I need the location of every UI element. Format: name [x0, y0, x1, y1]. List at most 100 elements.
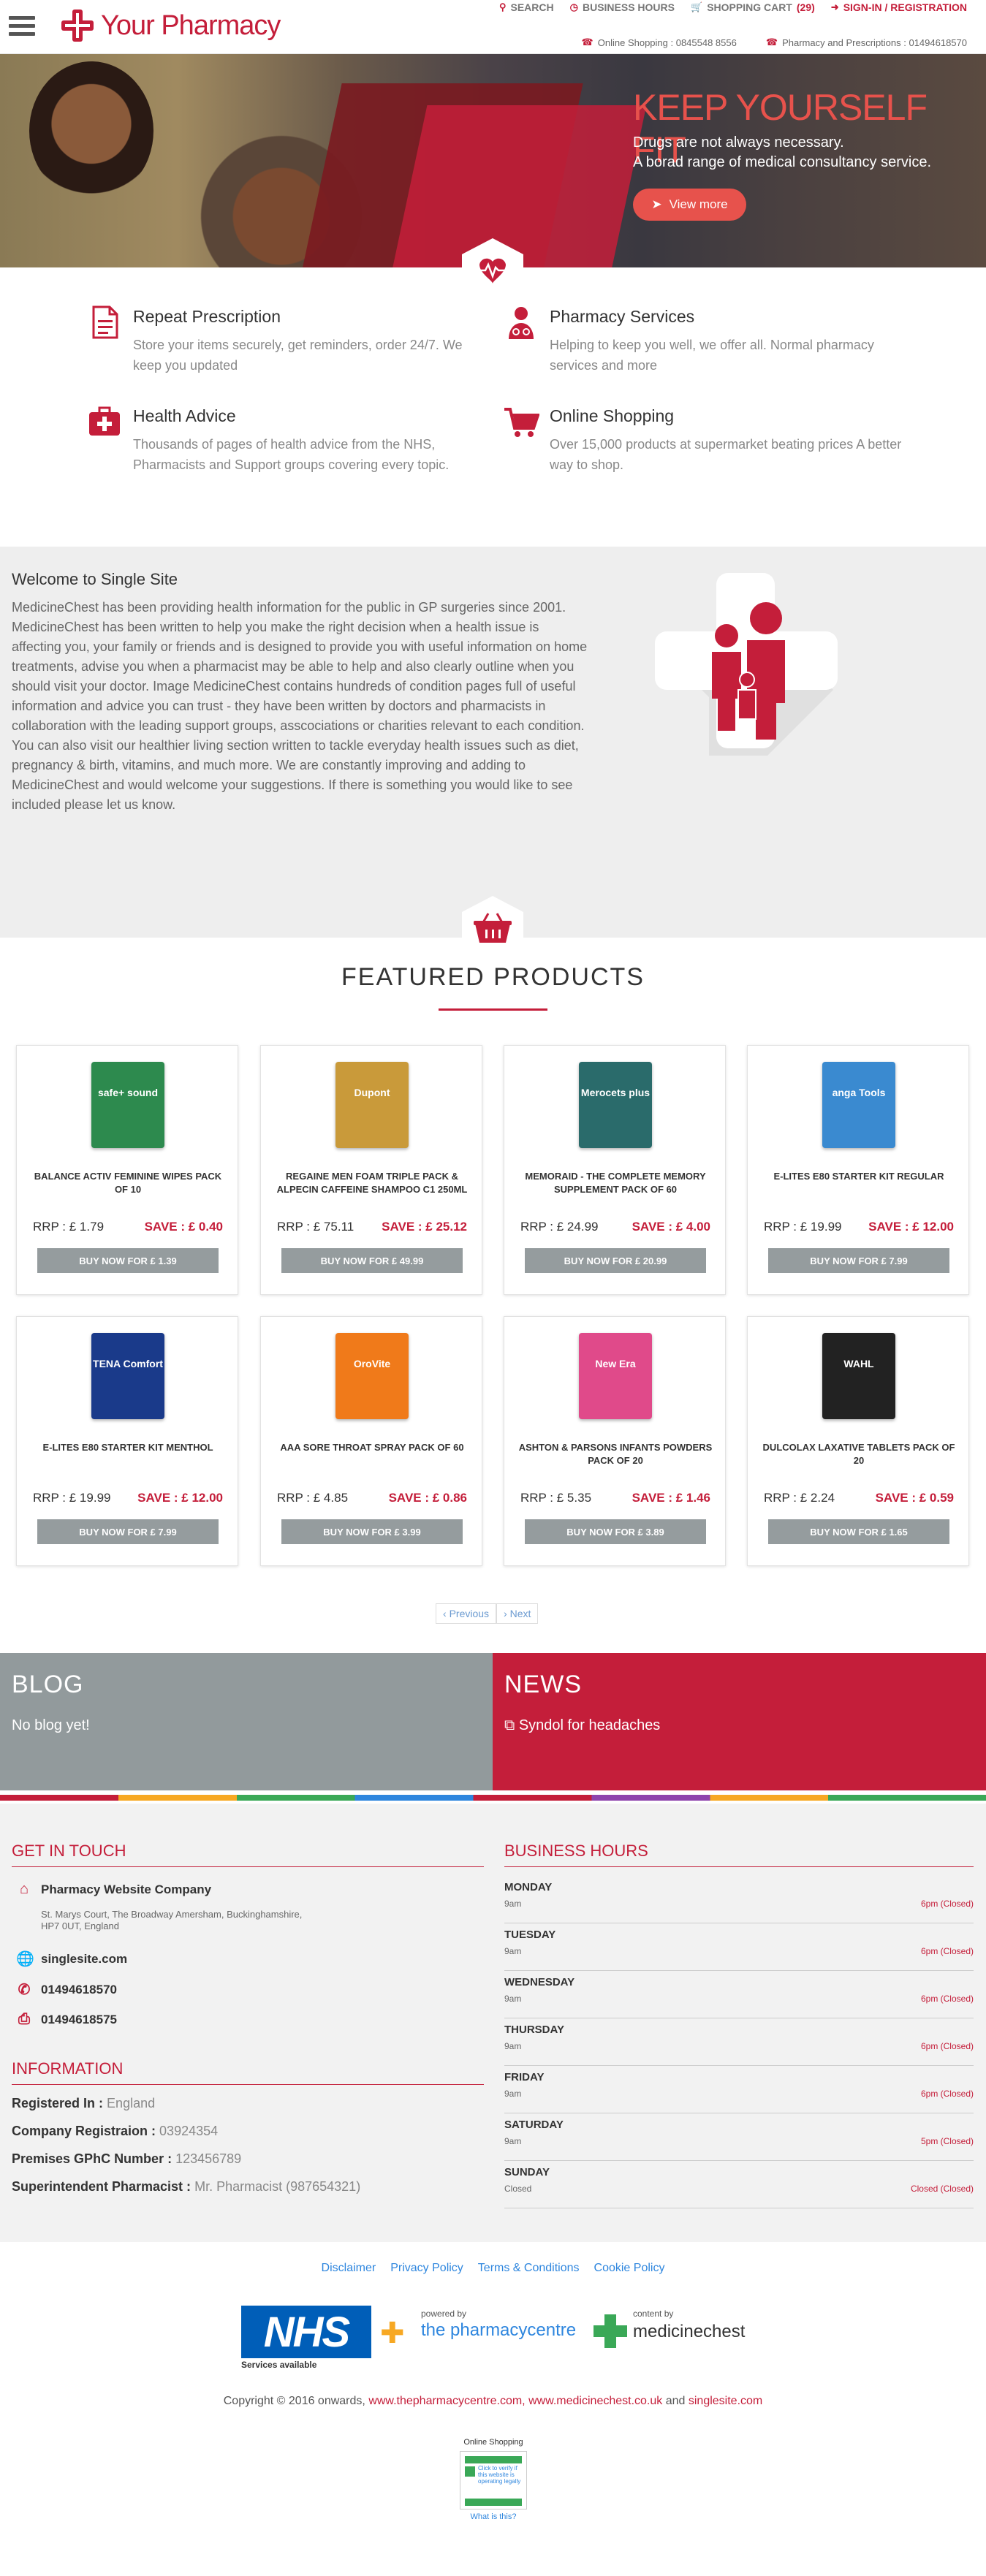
- website-link[interactable]: 🌐 singlesite.com: [16, 1950, 127, 1968]
- product-card[interactable]: OroVite AAA SORE THROAT SPRAY PACK OF 60 R…: [260, 1316, 482, 1566]
- product-card[interactable]: anga Tools E-LITES E80 STARTER KIT REGULA…: [747, 1045, 969, 1295]
- product-image[interactable]: WAHL: [808, 1329, 910, 1424]
- hours-row: THURSDAY 9am 6pm (Closed): [504, 2019, 974, 2066]
- medicinechest-link[interactable]: www.medicinechest.co.uk: [528, 2395, 662, 2407]
- buy-now-button[interactable]: BUY NOW FOR £ 49.99: [281, 1248, 463, 1273]
- product-name[interactable]: BALANCE ACTIV FEMININE WIPES PACK OF 10: [27, 1170, 229, 1196]
- nav-search[interactable]: ⚲ SEARCH: [499, 1, 554, 13]
- copyright: Copyright © 2016 onwards, www.thepharmac…: [0, 2395, 986, 2408]
- opening-time: 9am: [504, 2136, 522, 2146]
- phone-number[interactable]: ✆ 01494618570: [16, 1980, 117, 1999]
- news-item[interactable]: ⧉ Syndol for headaches: [504, 1717, 660, 1734]
- pharmacy-centre-cross-icon: ✚: [380, 2317, 405, 2349]
- shopping-basket-badge-icon: [462, 896, 523, 960]
- product-name[interactable]: DULCOLAX LAXATIVE TABLETS PACK OF 20: [758, 1441, 960, 1467]
- online-shopping-phone[interactable]: ☎ Online Shopping : 0845548 8556: [582, 37, 737, 48]
- pharmacy-centre-logo[interactable]: the pharmacycentre: [421, 2320, 576, 2341]
- previous-button[interactable]: ‹ Previous: [436, 1603, 497, 1624]
- copyright-text: Copyright © 2016 onwards,: [223, 2395, 365, 2407]
- product-image[interactable]: New Era: [564, 1329, 667, 1424]
- registry-badge: Online Shopping Click to verify if this …: [453, 2438, 534, 2521]
- product-name[interactable]: ASHTON & PARSONS INFANTS POWDERS PACK OF…: [515, 1441, 716, 1467]
- product-card[interactable]: New Era ASHTON & PARSONS INFANTS POWDERS …: [504, 1316, 726, 1566]
- news-item-label: Syndol for headaches: [518, 1717, 661, 1733]
- product-image[interactable]: OroVite: [321, 1329, 423, 1424]
- next-button[interactable]: › Next: [496, 1603, 539, 1624]
- product-name[interactable]: E-LITES E80 STARTER KIT MENTHOL: [27, 1441, 229, 1454]
- buy-now-button[interactable]: BUY NOW FOR £ 3.99: [281, 1519, 463, 1544]
- singlesite-link[interactable]: singlesite.com: [689, 2395, 762, 2407]
- product-name[interactable]: AAA SORE THROAT SPRAY PACK OF 60: [271, 1441, 473, 1454]
- product-save: SAVE : £ 25.12: [382, 1220, 467, 1234]
- opening-time: 9am: [504, 1946, 522, 1956]
- info-row: Company Registraion : 03924354: [12, 2124, 218, 2139]
- nav-shopping-cart[interactable]: 🛒 SHOPPING CART (29): [691, 1, 815, 13]
- title-underline: [439, 1008, 547, 1011]
- cart-icon: [504, 408, 539, 437]
- disclaimer-link[interactable]: Disclaimer: [322, 2262, 376, 2275]
- badge-text: Click to verify if this website is opera…: [478, 2465, 521, 2485]
- terms-link[interactable]: Terms & Conditions: [478, 2262, 580, 2275]
- fax-label: 01494618575: [41, 2012, 118, 2026]
- family-cross-icon: [655, 573, 838, 756]
- gphc-verify-badge[interactable]: Click to verify if this website is opera…: [460, 2451, 527, 2509]
- product-name[interactable]: E-LITES E80 STARTER KIT REGULAR: [758, 1170, 960, 1183]
- product-image[interactable]: Merocets plus: [564, 1057, 667, 1152]
- nhs-logo[interactable]: NHS: [241, 2306, 371, 2358]
- news-panel: NEWS ⧉ Syndol for headaches: [493, 1653, 986, 1790]
- buy-now-button[interactable]: BUY NOW FOR £ 1.65: [768, 1519, 949, 1544]
- buy-now-button[interactable]: BUY NOW FOR £ 7.99: [37, 1519, 219, 1544]
- buy-now-button[interactable]: BUY NOW FOR £ 7.99: [768, 1248, 949, 1273]
- site-logo[interactable]: Your Pharmacy: [61, 7, 281, 44]
- nav-business-hours[interactable]: ◷ BUSINESS HOURS: [570, 1, 675, 13]
- cookie-policy-link[interactable]: Cookie Policy: [594, 2262, 665, 2275]
- nav-sign-in-label: SIGN-IN / REGISTRATION: [843, 1, 967, 13]
- product-name[interactable]: MEMORAID - THE COMPLETE MEMORY SUPPLEMEN…: [515, 1170, 716, 1196]
- product-save: SAVE : £ 1.46: [632, 1491, 710, 1505]
- service-pharmacy-services[interactable]: Pharmacy Services Helping to keep you we…: [503, 304, 912, 384]
- closing-time: 5pm (Closed): [920, 2136, 974, 2146]
- service-health-advice[interactable]: Health Advice Thousands of pages of heal…: [86, 403, 496, 513]
- product-card[interactable]: WAHL DULCOLAX LAXATIVE TABLETS PACK OF 20…: [747, 1316, 969, 1566]
- product-card[interactable]: Dupont REGAINE MEN FOAM TRIPLE PACK & ALP…: [260, 1045, 482, 1295]
- address-line: St. Marys Court, The Broadway Amersham, …: [41, 1909, 303, 1920]
- product-brand: TENA Comfort: [93, 1358, 163, 1369]
- buy-now-button[interactable]: BUY NOW FOR £ 1.39: [37, 1248, 219, 1273]
- sign-in-icon: ➜: [830, 1, 839, 12]
- product-image[interactable]: anga Tools: [808, 1057, 910, 1152]
- product-save: SAVE : £ 4.00: [632, 1220, 710, 1234]
- privacy-policy-link[interactable]: Privacy Policy: [390, 2262, 463, 2275]
- product-card[interactable]: Merocets plus MEMORAID - THE COMPLETE MEM…: [504, 1045, 726, 1295]
- hours-row: FRIDAY 9am 6pm (Closed): [504, 2067, 974, 2113]
- product-image[interactable]: TENA Comfort: [77, 1329, 179, 1424]
- product-brand: New Era: [595, 1358, 636, 1369]
- opening-time: 9am: [504, 1994, 522, 2004]
- featured-title: FEATURED PRODUCTS: [341, 963, 645, 991]
- top-nav: ⚲ SEARCH ◷ BUSINESS HOURS 🛒 SHOPPING CART (2…: [499, 1, 967, 13]
- service-online-shopping[interactable]: Online Shopping Over 15,000 products at …: [503, 403, 912, 484]
- closing-time: 6pm (Closed): [920, 1899, 974, 1909]
- product-brand: OroVite: [353, 1358, 391, 1369]
- information-heading: INFORMATION: [12, 2059, 484, 2085]
- day-name: THURSDAY: [504, 2024, 564, 2036]
- pharmacist-icon: [509, 307, 534, 339]
- product-image[interactable]: safe+ sound: [77, 1057, 179, 1152]
- view-more-button[interactable]: ➤ View more: [633, 189, 746, 221]
- product-name[interactable]: REGAINE MEN FOAM TRIPLE PACK & ALPECIN C…: [271, 1170, 473, 1196]
- footer-info: GET IN TOUCH ⌂ Pharmacy Website Company S…: [0, 1804, 986, 2242]
- menu-icon[interactable]: [9, 16, 35, 37]
- buy-now-button[interactable]: BUY NOW FOR £ 20.99: [525, 1248, 706, 1273]
- product-card[interactable]: safe+ sound BALANCE ACTIV FEMININE WIPES …: [16, 1045, 238, 1295]
- pharmacy-phone[interactable]: ☎ Pharmacy and Prescriptions : 0149461857…: [766, 37, 967, 48]
- medicinechest-logo[interactable]: medicinechest: [633, 2322, 745, 2342]
- info-label: Premises GPhC Number :: [12, 2151, 172, 2166]
- service-title: Online Shopping: [550, 406, 675, 425]
- product-card[interactable]: TENA Comfort E-LITES E80 STARTER KIT MENT…: [16, 1316, 238, 1566]
- product-image[interactable]: Dupont: [321, 1057, 423, 1152]
- day-name: SUNDAY: [504, 2166, 550, 2178]
- nav-sign-in[interactable]: ➜ SIGN-IN / REGISTRATION: [831, 1, 967, 13]
- buy-now-button[interactable]: BUY NOW FOR £ 3.89: [525, 1519, 706, 1544]
- what-is-this-link[interactable]: What is this?: [453, 2512, 534, 2521]
- service-repeat-prescription[interactable]: Repeat Prescription Store your items sec…: [86, 304, 496, 384]
- pharmacycentre-link[interactable]: www.thepharmacycentre.com,: [368, 2395, 525, 2407]
